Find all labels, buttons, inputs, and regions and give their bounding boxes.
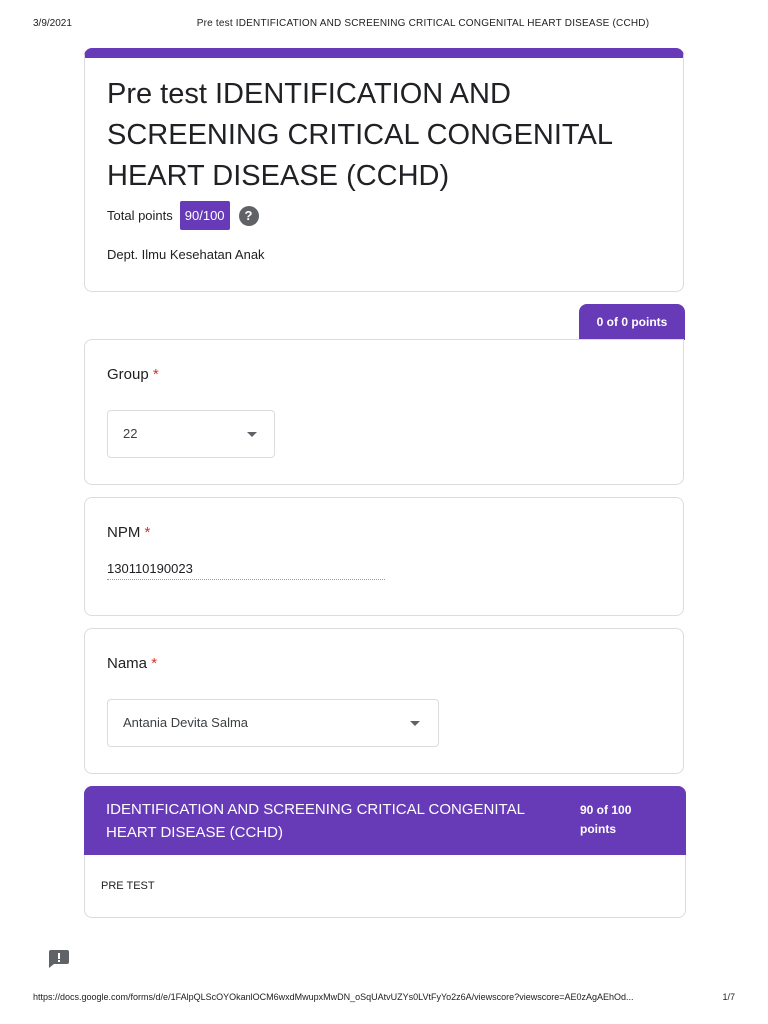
dropdown-value: Antania Devita Salma xyxy=(123,715,249,730)
form-description: Dept. Ilmu Kesehatan Anak xyxy=(107,247,265,262)
question-label-npm: NPM * xyxy=(107,524,150,541)
question-card-group: Group * 22 xyxy=(84,339,684,485)
question-text: NPM xyxy=(107,524,141,541)
question-label-nama: Nama * xyxy=(107,655,157,672)
required-mark: * xyxy=(152,366,159,383)
section-description: PRE TEST xyxy=(101,880,155,892)
question-label-group: Group * xyxy=(107,366,159,383)
required-mark: * xyxy=(144,524,151,541)
feedback-icon[interactable] xyxy=(49,950,69,968)
caret-down-icon xyxy=(247,432,257,437)
section-title: IDENTIFICATION AND SCREENING CRITICAL CO… xyxy=(106,801,525,841)
section-header: IDENTIFICATION AND SCREENING CRITICAL CO… xyxy=(84,786,686,856)
section-points: 90 of 100 points xyxy=(580,803,632,836)
question-card-nama: Nama * Antania Devita Salma xyxy=(84,628,684,774)
npm-answer-field[interactable]: 130110190023 xyxy=(107,561,385,580)
required-mark: * xyxy=(151,655,158,672)
help-icon[interactable]: ? xyxy=(238,205,259,226)
total-points-row: Total points 90/100 ? xyxy=(107,201,259,230)
section-points-badge: 0 of 0 points xyxy=(579,304,685,340)
dropdown-value: 22 xyxy=(123,426,138,441)
question-text: Nama xyxy=(107,655,148,672)
section-description-card: PRE TEST xyxy=(84,855,686,918)
form-title-card: Pre test IDENTIFICATION AND SCREENING CR… xyxy=(84,48,684,292)
print-url: https://docs.google.com/forms/d/e/1FAlpQ… xyxy=(33,992,634,1002)
caret-down-icon xyxy=(410,721,420,726)
question-text: Group xyxy=(107,366,149,383)
print-page-number: 1/7 xyxy=(722,992,735,1002)
nama-dropdown[interactable]: Antania Devita Salma xyxy=(107,699,439,747)
group-dropdown[interactable]: 22 xyxy=(107,410,275,458)
print-page-title: Pre test IDENTIFICATION AND SCREENING CR… xyxy=(196,18,650,29)
question-card-npm: NPM * 130110190023 xyxy=(84,497,684,616)
score-badge: 90/100 xyxy=(179,201,230,230)
form-title: Pre test IDENTIFICATION AND SCREENING CR… xyxy=(107,78,612,192)
total-points-label: Total points xyxy=(107,208,173,223)
